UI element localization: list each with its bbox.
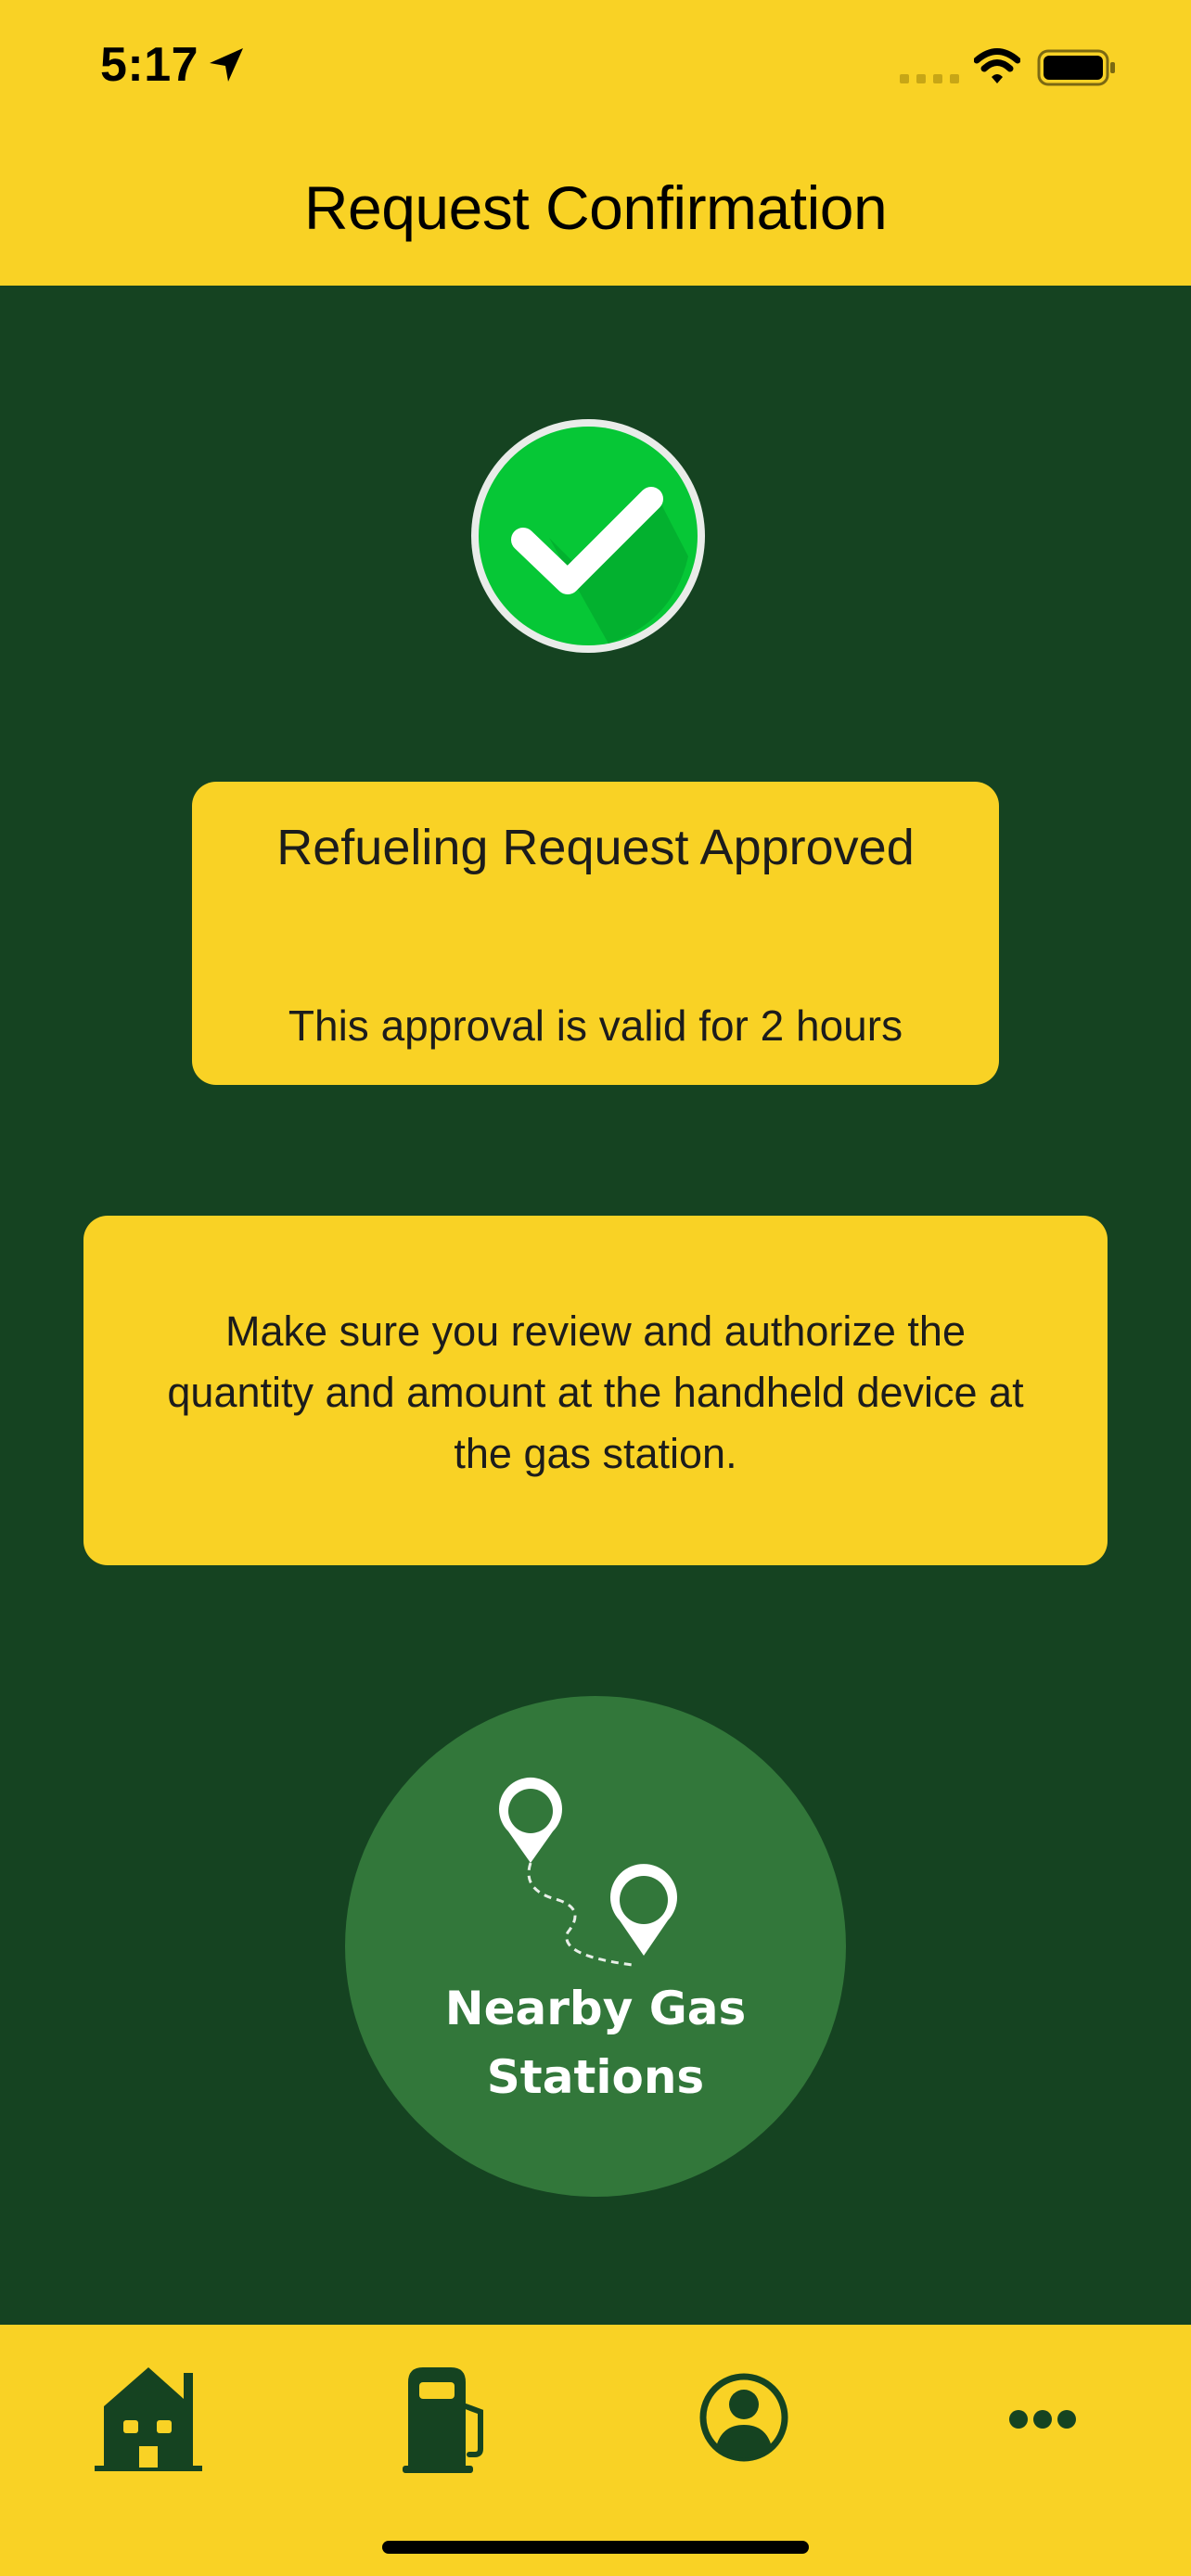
profile-icon bbox=[699, 2373, 788, 2462]
tab-bar bbox=[0, 2325, 1191, 2576]
nearby-label-line1: Nearby Gas bbox=[444, 1982, 747, 2035]
approval-card: Refueling Request Approved This approval… bbox=[192, 782, 999, 1085]
nearby-button-label: Nearby Gas Stations bbox=[345, 1974, 846, 2111]
more-icon bbox=[1009, 2410, 1076, 2429]
wifi-icon bbox=[974, 48, 1020, 83]
tab-profile[interactable] bbox=[688, 2351, 800, 2480]
route-pins-icon bbox=[499, 1777, 677, 1967]
tab-fuel[interactable] bbox=[390, 2351, 501, 2480]
battery-icon bbox=[1037, 49, 1115, 86]
home-icon bbox=[95, 2367, 202, 2471]
header: 5:17 Request Confirmation bbox=[0, 0, 1191, 286]
home-indicator bbox=[382, 2541, 809, 2554]
tab-more[interactable] bbox=[987, 2351, 1098, 2480]
info-card: Make sure you review and authorize the q… bbox=[83, 1216, 1108, 1565]
nearby-label-line2: Stations bbox=[486, 2050, 705, 2104]
request-confirmation-screen: 5:17 Request Confirmation Refueling Requ… bbox=[0, 0, 1191, 2576]
status-time: 5:17 bbox=[100, 38, 199, 92]
page-title: Request Confirmation bbox=[303, 173, 888, 242]
checkmark-circle-icon bbox=[471, 419, 705, 653]
nearby-gas-stations-button[interactable]: Nearby Gas Stations bbox=[345, 1696, 846, 2197]
fuel-pump-icon bbox=[403, 2367, 483, 2473]
tab-home[interactable] bbox=[93, 2351, 204, 2480]
approval-title: Refueling Request Approved bbox=[276, 820, 915, 875]
location-arrow-icon bbox=[210, 48, 243, 82]
approval-validity-text: This approval is valid for 2 hours bbox=[288, 1001, 903, 1050]
cellular-signal-icon bbox=[900, 74, 959, 83]
info-text: Make sure you review and authorize the q… bbox=[167, 1307, 1024, 1477]
